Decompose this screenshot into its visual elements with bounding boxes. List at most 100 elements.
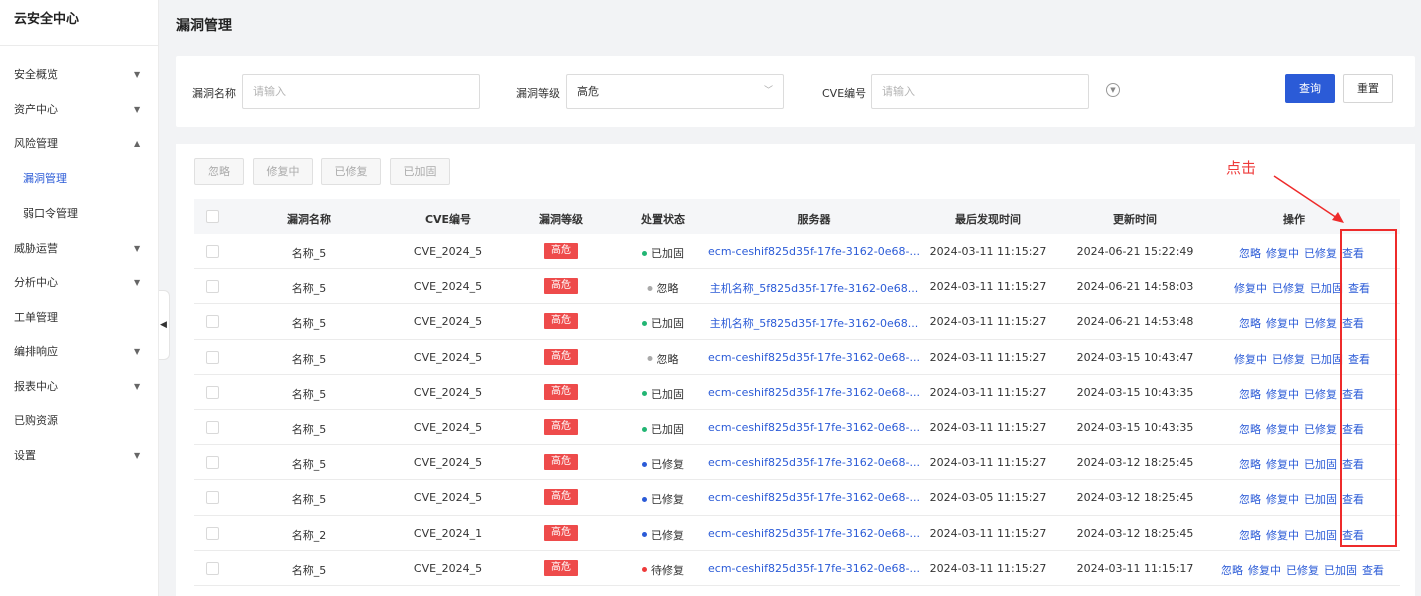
action-link[interactable]: 已加固 <box>1304 493 1337 506</box>
action-link[interactable]: 已加固 <box>1310 353 1343 366</box>
sidebar-item-7[interactable]: 工单管理 <box>0 308 159 328</box>
sidebar-item-10[interactable]: 已购资源 <box>0 411 159 431</box>
action-link[interactable]: 修复中 <box>1266 458 1299 471</box>
view-action[interactable]: 查看 <box>1362 564 1384 577</box>
col-header-status: 处置状态 <box>641 213 685 226</box>
action-link[interactable]: 忽略 <box>1239 493 1261 506</box>
action-link[interactable]: 已修复 <box>1286 564 1319 577</box>
status-text: 待修复 <box>651 563 684 577</box>
row-checkbox[interactable] <box>206 456 219 470</box>
batch-ignore-button[interactable]: 忽略 <box>194 158 244 185</box>
sidebar-item-11[interactable]: 设置 ▼ <box>0 446 159 466</box>
chevron-down-icon: ▼ <box>134 105 141 114</box>
action-link[interactable]: 忽略 <box>1239 423 1261 436</box>
status-text: 忽略 <box>656 352 679 366</box>
row-checkbox[interactable] <box>206 561 219 575</box>
sidebar-item-6[interactable]: 分析中心 ▼ <box>0 273 159 293</box>
sidebar-item-8[interactable]: 编排响应 ▼ <box>0 342 159 362</box>
sidebar-item-0[interactable]: 安全概览 ▼ <box>0 65 159 85</box>
row-checkbox[interactable] <box>206 245 219 258</box>
action-link[interactable]: 已加固 <box>1324 564 1357 577</box>
action-link[interactable]: 已修复 <box>1304 317 1337 330</box>
vuln-level-select[interactable]: 高危 ﹀ <box>566 74 784 109</box>
server-link[interactable]: ecm-ceshif825d35f-17fe-3162-0e68-... <box>708 421 920 434</box>
status-dot-icon <box>642 461 647 467</box>
status-cell: 已加固 <box>642 421 684 437</box>
sidebar-collapse-toggle[interactable]: ◀ <box>159 290 170 360</box>
action-link[interactable]: 忽略 <box>1239 529 1261 542</box>
action-link[interactable]: 忽略 <box>1239 247 1261 260</box>
action-link[interactable]: 修复中 <box>1266 388 1299 401</box>
row-checkbox[interactable] <box>206 526 219 540</box>
sidebar-item-3[interactable]: 漏洞管理 <box>0 169 159 189</box>
server-link[interactable]: ecm-ceshif825d35f-17fe-3162-0e68-... <box>708 527 920 540</box>
action-link[interactable]: 已加固 <box>1304 458 1337 471</box>
server-link[interactable]: ecm-ceshif825d35f-17fe-3162-0e68-... <box>708 386 920 399</box>
batch-fixing-button[interactable]: 修复中 <box>253 158 313 185</box>
annotation-label: 点击 <box>1226 159 1257 177</box>
row-checkbox[interactable] <box>206 491 219 505</box>
sidebar-item-5[interactable]: 威胁运营 ▼ <box>0 239 159 259</box>
action-link[interactable]: 忽略 <box>1239 388 1261 401</box>
cell-cve: CVE_2024_5 <box>413 385 483 399</box>
cell-name: 名称_5 <box>291 458 327 472</box>
select-all-checkbox[interactable] <box>206 210 219 223</box>
col-header-level: 漏洞等级 <box>539 213 583 226</box>
row-checkbox[interactable] <box>206 385 219 399</box>
action-link[interactable]: 已修复 <box>1304 247 1337 260</box>
sidebar-item-1[interactable]: 资产中心 ▼ <box>0 100 159 120</box>
sidebar-item-2[interactable]: 风险管理 ▲ <box>0 134 159 154</box>
action-link[interactable]: 修复中 <box>1266 423 1299 436</box>
action-link[interactable]: 修复中 <box>1266 529 1299 542</box>
server-link[interactable]: ecm-ceshif825d35f-17fe-3162-0e68-... <box>708 456 920 469</box>
action-link[interactable]: 已加固 <box>1310 282 1343 295</box>
cell-name: 名称_5 <box>291 352 327 366</box>
action-link[interactable]: 忽略 <box>1239 458 1261 471</box>
action-link[interactable]: 已修复 <box>1304 388 1337 401</box>
sidebar-item-4[interactable]: 弱口令管理 <box>0 204 159 224</box>
server-link[interactable]: 主机名称_5f825d35f-17fe-3162-0e68... <box>710 280 918 296</box>
action-link[interactable]: 修复中 <box>1234 282 1267 295</box>
cell-cve: CVE_2024_5 <box>413 491 483 505</box>
action-link[interactable]: 已修复 <box>1272 353 1305 366</box>
batch-fixed-button[interactable]: 已修复 <box>321 158 381 185</box>
batch-hardened-button[interactable]: 已加固 <box>390 158 450 185</box>
row-divider <box>194 373 1400 375</box>
cell-cve: CVE_2024_5 <box>413 350 483 364</box>
action-link[interactable]: 修复中 <box>1266 247 1299 260</box>
action-link[interactable]: 已修复 <box>1272 282 1305 295</box>
chevron-down-icon: ▼ <box>134 451 141 460</box>
server-link[interactable]: 主机名称_5f825d35f-17fe-3162-0e68... <box>710 315 918 331</box>
sidebar-item-9[interactable]: 报表中心 ▼ <box>0 377 159 397</box>
server-link[interactable]: ecm-ceshif825d35f-17fe-3162-0e68-... <box>708 351 920 364</box>
action-link[interactable]: 修复中 <box>1248 564 1281 577</box>
action-link[interactable]: 修复中 <box>1234 353 1267 366</box>
cve-input[interactable]: 请输入 <box>871 74 1089 109</box>
cell-cve: CVE_2024_5 <box>413 245 483 258</box>
action-link[interactable]: 修复中 <box>1266 317 1299 330</box>
row-checkbox[interactable] <box>206 315 219 329</box>
vuln-name-input[interactable]: 请输入 <box>242 74 480 109</box>
action-link[interactable]: 忽略 <box>1239 317 1261 330</box>
status-dot-icon <box>642 567 647 573</box>
action-link[interactable]: 已加固 <box>1304 529 1337 542</box>
server-link[interactable]: ecm-ceshif825d35f-17fe-3162-0e68-... <box>708 245 920 258</box>
cell-last-found: 2024-03-11 11:15:27 <box>929 421 1047 434</box>
action-link[interactable]: 修复中 <box>1266 493 1299 506</box>
status-cell: 忽略 <box>647 351 679 367</box>
row-checkbox[interactable] <box>206 280 219 294</box>
server-link[interactable]: ecm-ceshif825d35f-17fe-3162-0e68-... <box>708 562 920 575</box>
action-link[interactable]: 已修复 <box>1304 423 1337 436</box>
row-checkbox[interactable] <box>206 350 219 364</box>
status-cell: 已加固 <box>642 386 684 402</box>
status-text: 已修复 <box>651 528 684 542</box>
reset-button[interactable]: 重置 <box>1343 74 1393 103</box>
page-title: 漏洞管理 <box>176 18 232 34</box>
expand-filters-icon[interactable]: ▼ <box>1106 83 1120 97</box>
sidebar-item-label: 分析中心 <box>14 276 58 289</box>
query-button[interactable]: 查询 <box>1285 74 1335 103</box>
action-link[interactable]: 忽略 <box>1221 564 1243 577</box>
row-checkbox[interactable] <box>206 421 219 434</box>
cell-last-found: 2024-03-11 11:15:27 <box>929 315 1047 329</box>
server-link[interactable]: ecm-ceshif825d35f-17fe-3162-0e68-... <box>708 491 920 504</box>
